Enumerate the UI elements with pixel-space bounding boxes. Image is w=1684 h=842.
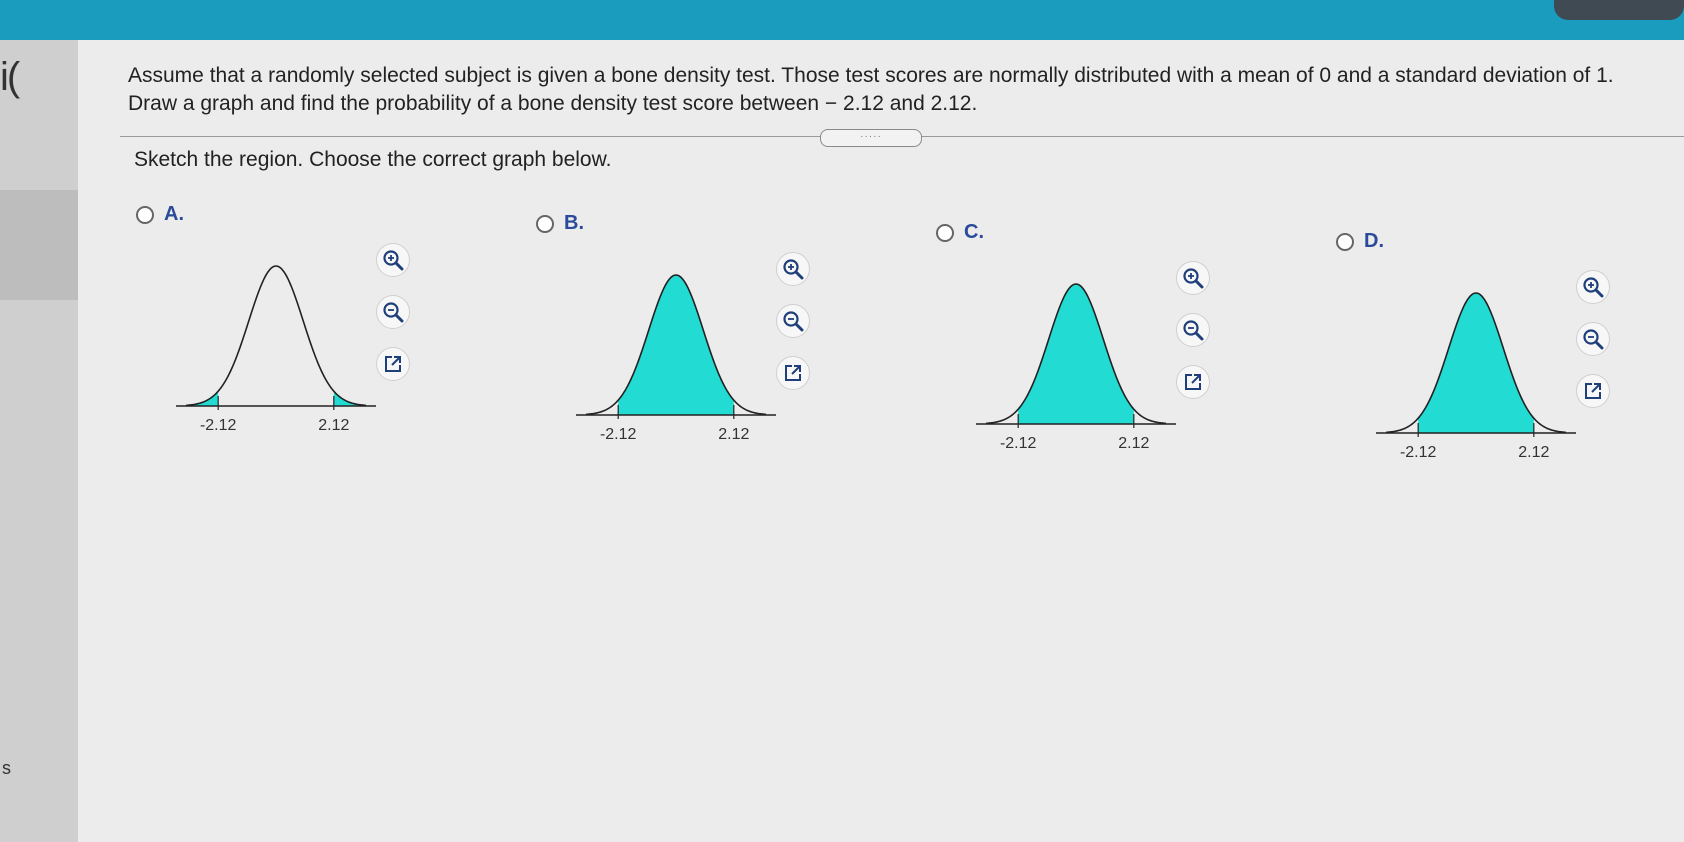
zoom-out-button[interactable] <box>776 304 810 338</box>
open-new-window-icon <box>383 354 403 374</box>
zoom-in-button[interactable] <box>776 252 810 286</box>
zoom-out-icon <box>1182 319 1204 341</box>
shaded-region <box>186 391 219 406</box>
option-d-label[interactable]: D. <box>1336 230 1384 253</box>
top-bar-button[interactable] <box>1554 0 1684 20</box>
left-sidebar <box>0 40 78 842</box>
zoom-in-icon <box>1582 276 1604 298</box>
zoom-out-button[interactable] <box>376 295 410 329</box>
graph-tools <box>776 252 816 408</box>
open-new-window-button[interactable] <box>1176 365 1210 399</box>
tick-label: -2.12 <box>1000 435 1037 452</box>
normal-curve-graph: -2.12 2.12 <box>1376 292 1576 461</box>
zoom-out-button[interactable] <box>1576 322 1610 356</box>
shaded-region <box>1018 284 1134 424</box>
option-d[interactable]: D. -2.12 2.12 <box>1336 230 1676 530</box>
tick-label: -2.12 <box>600 426 637 443</box>
tick-label: 2.12 <box>1118 435 1149 452</box>
open-new-window-button[interactable] <box>776 356 810 390</box>
zoom-in-button[interactable] <box>1176 261 1210 295</box>
normal-curve <box>185 265 367 407</box>
option-letter: A. <box>164 203 184 225</box>
tick-label: 2.12 <box>318 417 349 434</box>
zoom-out-icon <box>1582 328 1604 350</box>
question-text: Assume that a randomly selected subject … <box>128 62 1684 118</box>
normal-curve-graph: -2.12 2.12 <box>976 283 1176 452</box>
shaded-region <box>618 275 734 415</box>
zoom-in-icon <box>382 249 404 271</box>
option-b-label[interactable]: B. <box>536 212 584 235</box>
option-b[interactable]: B. -2.12 2.12 <box>536 212 876 512</box>
normal-curve-graph: -2.12 2.12 <box>576 274 776 443</box>
open-new-window-button[interactable] <box>376 347 410 381</box>
open-new-window-button[interactable] <box>1576 374 1610 408</box>
open-new-window-icon <box>783 363 803 383</box>
instruction-text: Sketch the region. Choose the correct gr… <box>134 148 612 171</box>
option-a[interactable]: A. -2.12 2.12 <box>136 203 476 503</box>
radio-button[interactable] <box>936 223 954 242</box>
tick-label: -2.12 <box>1400 444 1437 461</box>
radio-button[interactable] <box>136 205 154 224</box>
question-line-2: Draw a graph and find the probability of… <box>128 92 978 115</box>
tick-label: 2.12 <box>718 426 749 443</box>
option-letter: C. <box>964 221 984 243</box>
radio-button[interactable] <box>1336 232 1354 251</box>
zoom-out-icon <box>782 310 804 332</box>
zoom-in-icon <box>1182 267 1204 289</box>
option-c[interactable]: C. -2.12 2.12 <box>936 221 1276 521</box>
left-sidebar-tab[interactable] <box>0 190 78 300</box>
top-bar <box>0 0 1684 40</box>
graph-tools <box>1176 261 1216 417</box>
option-letter: D. <box>1364 230 1384 252</box>
zoom-in-icon <box>782 258 804 280</box>
zoom-in-button[interactable] <box>376 243 410 277</box>
radio-button[interactable] <box>536 214 554 233</box>
question-line-1: Assume that a randomly selected subject … <box>128 64 1614 87</box>
shaded-region <box>1418 293 1534 433</box>
tick-label: -2.12 <box>200 417 237 434</box>
tick-label: 2.12 <box>1518 444 1549 461</box>
zoom-out-icon <box>382 301 404 323</box>
normal-curve-graph: -2.12 2.12 <box>176 265 376 434</box>
option-a-label[interactable]: A. <box>136 203 184 226</box>
zoom-out-button[interactable] <box>1176 313 1210 347</box>
graph-tools <box>376 243 416 399</box>
shaded-region <box>333 391 366 406</box>
left-edge-glyph: i( <box>0 55 20 99</box>
graph-tools <box>1576 270 1616 426</box>
option-letter: B. <box>564 212 584 234</box>
question-panel: Assume that a randomly selected subject … <box>78 40 1684 842</box>
open-new-window-icon <box>1183 372 1203 392</box>
left-edge-glyph-bottom: s <box>2 758 11 778</box>
expand-handle[interactable]: ····· <box>820 129 922 147</box>
zoom-in-button[interactable] <box>1576 270 1610 304</box>
option-c-label[interactable]: C. <box>936 221 984 244</box>
open-new-window-icon <box>1583 381 1603 401</box>
